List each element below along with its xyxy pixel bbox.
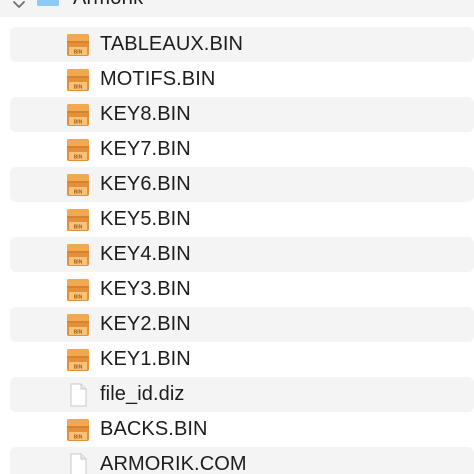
file-name: TABLEAUX.BIN xyxy=(100,33,244,55)
file-row[interactable]: BIN BACKS.BIN xyxy=(10,412,474,447)
bin-file-icon: BIN xyxy=(67,209,89,231)
bin-file-icon: BIN xyxy=(67,174,89,196)
file-name: KEY3.BIN xyxy=(100,278,191,300)
bin-file-icon: BIN xyxy=(67,139,89,161)
folder-icon xyxy=(37,0,59,6)
svg-text:BIN: BIN xyxy=(74,435,83,441)
file-row[interactable]: BIN KEY7.BIN xyxy=(10,132,474,167)
file-name: KEY4.BIN xyxy=(100,243,191,265)
file-row[interactable]: BIN KEY4.BIN xyxy=(10,237,474,272)
file-name: BACKS.BIN xyxy=(100,418,208,440)
file-name: KEY6.BIN xyxy=(100,173,191,195)
file-name: KEY1.BIN xyxy=(100,348,191,370)
file-row[interactable]: file_id.diz xyxy=(10,377,474,412)
svg-text:BIN: BIN xyxy=(74,120,83,126)
bin-file-icon: BIN xyxy=(67,279,89,301)
bin-file-icon: BIN xyxy=(67,69,89,91)
document-icon xyxy=(70,453,87,474)
file-name: KEY8.BIN xyxy=(100,103,191,125)
bin-file-icon: BIN xyxy=(67,244,89,266)
folder-row[interactable]: Armorik xyxy=(0,0,474,17)
file-row[interactable]: BIN TABLEAUX.BIN xyxy=(10,27,474,62)
folder-name: Armorik xyxy=(73,0,143,11)
file-row[interactable]: BIN KEY5.BIN xyxy=(10,202,474,237)
finder-list-view: Armorik BIN TABLEAUX.BIN BIN MOTIFS.BIN BIN K… xyxy=(0,0,474,474)
svg-text:BIN: BIN xyxy=(74,260,83,266)
file-row[interactable]: BIN KEY8.BIN xyxy=(10,97,474,132)
bin-file-icon: BIN xyxy=(67,104,89,126)
file-name: KEY2.BIN xyxy=(100,313,191,335)
bin-file-icon: BIN xyxy=(67,419,89,441)
file-name: file_id.diz xyxy=(100,383,185,405)
bin-file-icon: BIN xyxy=(67,34,89,56)
file-name: MOTIFS.BIN xyxy=(100,68,216,90)
file-row[interactable]: BIN MOTIFS.BIN xyxy=(10,62,474,97)
file-row[interactable]: BIN KEY1.BIN xyxy=(10,342,474,377)
svg-text:BIN: BIN xyxy=(74,155,83,161)
document-icon xyxy=(70,383,87,407)
svg-text:BIN: BIN xyxy=(74,365,83,371)
chevron-down-icon[interactable] xyxy=(12,0,26,12)
svg-text:BIN: BIN xyxy=(74,295,83,301)
file-row[interactable]: BIN KEY2.BIN xyxy=(10,307,474,342)
file-row[interactable]: ARMORIK.COM xyxy=(10,447,474,474)
svg-text:BIN: BIN xyxy=(74,225,83,231)
file-name: KEY7.BIN xyxy=(100,138,191,160)
svg-text:BIN: BIN xyxy=(74,190,83,196)
file-name: KEY5.BIN xyxy=(100,208,191,230)
file-row[interactable]: BIN KEY6.BIN xyxy=(10,167,474,202)
svg-text:BIN: BIN xyxy=(74,50,83,56)
svg-text:BIN: BIN xyxy=(74,85,83,91)
bin-file-icon: BIN xyxy=(67,314,89,336)
file-row[interactable]: BIN KEY3.BIN xyxy=(10,272,474,307)
file-name: ARMORIK.COM xyxy=(100,453,247,474)
bin-file-icon: BIN xyxy=(67,349,89,371)
svg-text:BIN: BIN xyxy=(74,330,83,336)
